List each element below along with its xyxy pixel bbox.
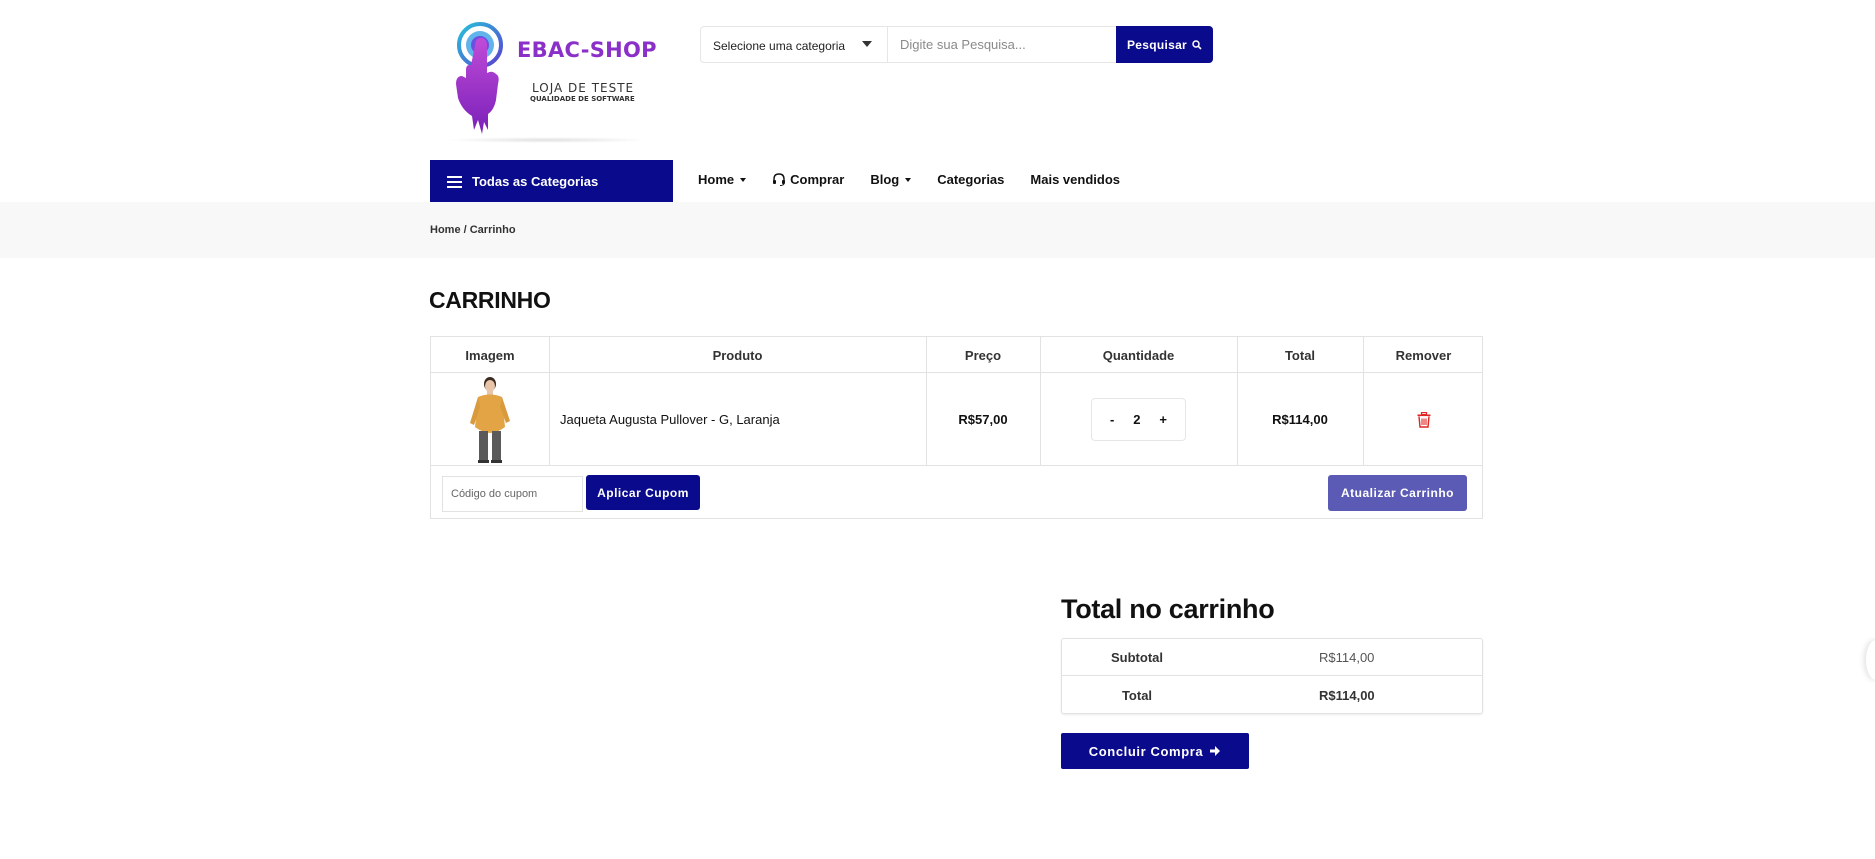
category-select-label: Selecione uma categoria (713, 39, 846, 53)
brand-name: EBAC-SHOP (517, 38, 657, 62)
nav-item-blog-label: Blog (870, 172, 900, 187)
checkout-button[interactable]: Concluir Compra (1061, 733, 1249, 769)
page-title: CARRINHO (429, 287, 551, 313)
product-total: R$114,00 (1272, 412, 1328, 427)
floating-widget-edge (1866, 640, 1875, 680)
nav-item-comprar-label: Comprar (790, 172, 845, 187)
breadcrumb-bar (0, 202, 1875, 258)
subtotal-value: R$114,00 (1319, 649, 1375, 665)
breadcrumb-current: Carrinho (469, 224, 516, 236)
caret-down-icon (862, 41, 872, 47)
cart-table: Imagem Produto Preço Quantidade Total Re… (430, 336, 1483, 519)
update-cart-button[interactable]: Atualizar Carrinho (1328, 475, 1467, 511)
trash-icon[interactable] (1417, 411, 1431, 428)
brand-subtagline: QUALIDADE DE SOFTWARE (530, 95, 635, 103)
search-icon (1192, 39, 1202, 50)
subtotal-row: Subtotal R$114,00 (1062, 639, 1482, 676)
menu-icon (447, 175, 462, 188)
caret-down-icon (905, 177, 912, 182)
breadcrumb: Home / Carrinho (430, 224, 516, 236)
col-header-total: Total (1284, 347, 1316, 363)
product-image-cell (431, 373, 549, 466)
caret-down-icon (740, 177, 747, 182)
breadcrumb-separator: / (460, 224, 470, 236)
arrow-right-icon (1210, 746, 1221, 756)
nav-item-home[interactable]: Home (698, 172, 747, 187)
nav-item-home-label: Home (698, 172, 735, 187)
qty-plus-button[interactable]: + (1159, 412, 1167, 427)
totals-title: Total no carrinho (1061, 594, 1275, 624)
qty-value[interactable]: 2 (1133, 412, 1140, 427)
nav-item-blog[interactable]: Blog (870, 172, 912, 187)
all-categories-label: Todas as Categorias (472, 173, 599, 189)
nav-item-mais-vendidos[interactable]: Mais vendidos (1030, 172, 1120, 187)
nav-item-categorias[interactable]: Categorias (937, 172, 1004, 187)
total-row: Total R$114,00 (1062, 677, 1482, 714)
total-label: Total (1121, 688, 1153, 703)
search-button-label: Pesquisar (1126, 37, 1188, 52)
product-name[interactable]: Jaqueta Augusta Pullover - G, Laranja (560, 373, 926, 466)
qty-minus-button[interactable]: - (1110, 412, 1114, 427)
headset-icon (773, 173, 786, 186)
col-header-image: Imagem (465, 347, 515, 363)
category-select[interactable]: Selecione uma categoria (701, 27, 888, 62)
apply-coupon-button[interactable]: Aplicar Cupom (586, 475, 700, 510)
logo-shadow (445, 137, 650, 143)
col-header-product: Produto (712, 347, 763, 363)
quantity-stepper: - 2 + (1091, 398, 1186, 441)
page: EBAC-SHOP LOJA DE TESTE QUALIDADE DE SOF… (0, 0, 1875, 859)
nav-item-categorias-label: Categorias (937, 172, 1005, 187)
remove-cell (1363, 373, 1484, 466)
search-input[interactable] (889, 27, 1117, 62)
main-nav: Home Comprar Blog Categorias Mais vendid… (698, 172, 1146, 187)
subtotal-label: Subtotal (1111, 649, 1163, 665)
quantity-cell: - 2 + (1040, 373, 1237, 466)
breadcrumb-home[interactable]: Home (430, 224, 461, 236)
nav-item-comprar[interactable]: Comprar (772, 172, 844, 187)
search-bar: Selecione uma categoria Pesquisar (700, 26, 1213, 63)
col-header-price: Preço (964, 347, 1002, 363)
search-button[interactable]: Pesquisar (1116, 26, 1213, 63)
all-categories-button[interactable]: Todas as Categorias (430, 160, 673, 202)
col-header-remove: Remover (1395, 347, 1452, 363)
checkout-button-label: Concluir Compra (1088, 743, 1204, 759)
product-price: R$57,00 (958, 412, 1008, 427)
nav-item-mais-vendidos-label: Mais vendidos (1030, 172, 1120, 187)
brand-tagline: LOJA DE TESTE (532, 81, 635, 95)
total-value: R$114,00 (1319, 688, 1375, 703)
coupon-input[interactable] (442, 476, 583, 512)
col-header-quantity: Quantidade (1102, 347, 1175, 363)
totals-table: Subtotal R$114,00 Total R$114,00 (1061, 638, 1483, 714)
product-image[interactable] (465, 375, 515, 465)
